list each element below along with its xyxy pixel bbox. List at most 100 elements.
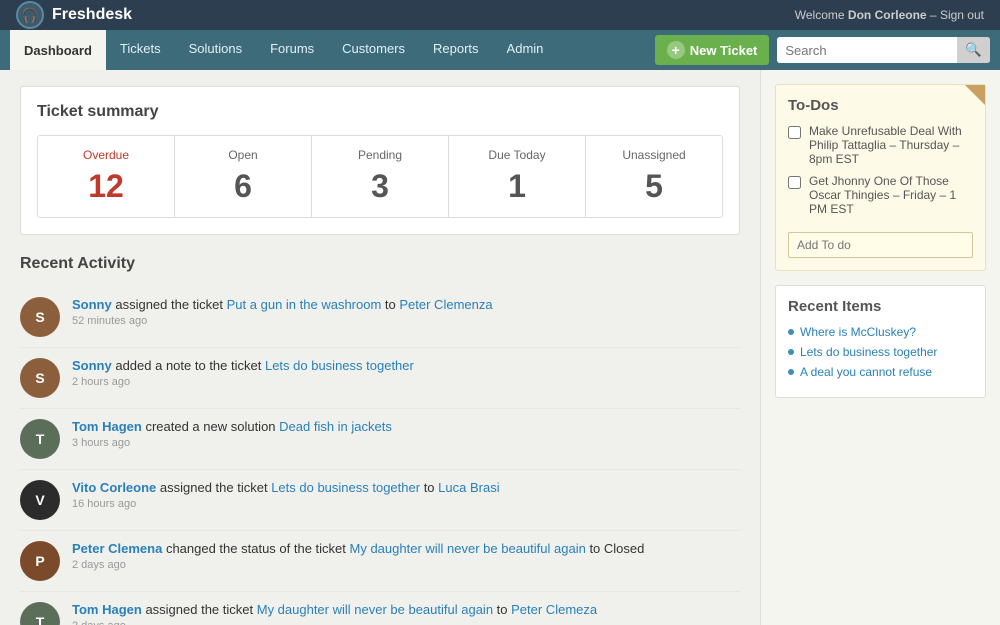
summary-stats: Overdue 12 Open 6 Pending 3 Due Today 1 … <box>37 135 723 218</box>
bullet-icon <box>788 369 794 375</box>
avatar: P <box>20 541 60 581</box>
person-link[interactable]: Tom Hagen <box>72 419 142 434</box>
ticket-link[interactable]: Dead fish in jackets <box>279 419 392 434</box>
nav-solutions[interactable]: Solutions <box>175 30 256 70</box>
nav-customers[interactable]: Customers <box>328 30 419 70</box>
avatar: T <box>20 602 60 625</box>
person-link[interactable]: Sonny <box>72 358 112 373</box>
activity-text: Tom Hagen created a new solution Dead fi… <box>72 419 740 449</box>
stat-open-label: Open <box>185 148 301 162</box>
search-box: 🔍 <box>777 37 990 63</box>
nav-admin[interactable]: Admin <box>493 30 558 70</box>
ticket-summary-section: Ticket summary Overdue 12 Open 6 Pending… <box>20 86 740 235</box>
stat-due-today: Due Today 1 <box>449 136 586 217</box>
todo-text-1: Make Unrefusable Deal With Philip Tattag… <box>809 124 973 166</box>
activity-text: Vito Corleone assigned the ticket Lets d… <box>72 480 740 510</box>
ticket-link[interactable]: Lets do business together <box>271 480 420 495</box>
todo-title: To-Dos <box>788 97 973 114</box>
new-ticket-label: New Ticket <box>690 43 758 58</box>
activity-time: 52 minutes ago <box>72 315 740 327</box>
activity-time: 2 hours ago <box>72 376 740 388</box>
todo-section: To-Dos Make Unrefusable Deal With Philip… <box>775 84 986 271</box>
plus-icon: + <box>667 41 685 59</box>
todo-checkbox-1[interactable] <box>788 126 801 139</box>
stat-unassigned-label: Unassigned <box>596 148 712 162</box>
avatar: V <box>20 480 60 520</box>
stat-overdue-label: Overdue <box>48 148 164 162</box>
ticket-link[interactable]: Lets do business together <box>265 358 414 373</box>
recent-items-section: Recent Items Where is McCluskey? Lets do… <box>775 285 986 398</box>
separator: – <box>930 8 937 22</box>
ticket-link[interactable]: My daughter will never be beautiful agai… <box>257 602 493 617</box>
avatar: S <box>20 297 60 337</box>
search-button[interactable]: 🔍 <box>957 37 990 63</box>
welcome-message: Welcome Don Corleone – Sign out <box>795 8 984 22</box>
user-name: Don Corleone <box>848 8 927 22</box>
recent-item-link[interactable]: Lets do business together <box>800 345 937 359</box>
stat-pending-label: Pending <box>322 148 438 162</box>
nav-forums[interactable]: Forums <box>256 30 328 70</box>
activity-item: T Tom Hagen created a new solution Dead … <box>20 409 740 470</box>
recent-item: Lets do business together <box>788 345 973 359</box>
activity-text: Sonny added a note to the ticket Lets do… <box>72 358 740 388</box>
sidebar: To-Dos Make Unrefusable Deal With Philip… <box>760 70 1000 625</box>
recent-item-link[interactable]: Where is McCluskey? <box>800 325 916 339</box>
topbar: 🎧 Freshdesk Welcome Don Corleone – Sign … <box>0 0 1000 30</box>
stat-pending: Pending 3 <box>312 136 449 217</box>
bullet-icon <box>788 329 794 335</box>
nav-reports[interactable]: Reports <box>419 30 493 70</box>
person-link[interactable]: Peter Clemena <box>72 541 162 556</box>
ticket-link[interactable]: Put a gun in the washroom <box>227 297 382 312</box>
search-input[interactable] <box>777 38 957 63</box>
activity-item: V Vito Corleone assigned the ticket Lets… <box>20 470 740 531</box>
recent-item-link[interactable]: A deal you cannot refuse <box>800 365 932 379</box>
person-link[interactable]: Tom Hagen <box>72 602 142 617</box>
todo-item: Make Unrefusable Deal With Philip Tattag… <box>788 124 973 166</box>
stat-open-value: 6 <box>185 168 301 205</box>
new-ticket-button[interactable]: + New Ticket <box>655 35 770 65</box>
ticket-link[interactable]: My daughter will never be beautiful agai… <box>350 541 586 556</box>
activity-item: S Sonny assigned the ticket Put a gun in… <box>20 287 740 348</box>
person-link[interactable]: Sonny <box>72 297 112 312</box>
person-link[interactable]: Vito Corleone <box>72 480 156 495</box>
stat-overdue: Overdue 12 <box>38 136 175 217</box>
navbar: Dashboard Tickets Solutions Forums Custo… <box>0 30 1000 70</box>
recent-activity-title: Recent Activity <box>20 255 740 273</box>
target-link[interactable]: Peter Clemenza <box>399 297 492 312</box>
nav-dashboard[interactable]: Dashboard <box>10 30 106 70</box>
todo-item: Get Jhonny One Of Those Oscar Thingies –… <box>788 174 973 216</box>
avatar: T <box>20 419 60 459</box>
brand: 🎧 Freshdesk <box>16 1 132 29</box>
stat-overdue-value: 12 <box>48 168 164 205</box>
activity-item: T Tom Hagen assigned the ticket My daugh… <box>20 592 740 625</box>
nav-right: + New Ticket 🔍 <box>655 30 990 70</box>
welcome-text: Welcome <box>795 8 845 22</box>
content-area: Ticket summary Overdue 12 Open 6 Pending… <box>0 70 760 625</box>
todo-checkbox-2[interactable] <box>788 176 801 189</box>
todo-text-2: Get Jhonny One Of Those Oscar Thingies –… <box>809 174 973 216</box>
ticket-summary-title: Ticket summary <box>37 103 723 121</box>
stat-due-today-value: 1 <box>459 168 575 205</box>
avatar: S <box>20 358 60 398</box>
signout-link[interactable]: Sign out <box>940 8 984 22</box>
stat-pending-value: 3 <box>322 168 438 205</box>
target-link[interactable]: Luca Brasi <box>438 480 499 495</box>
activity-time: 2 days ago <box>72 559 740 571</box>
app-name: Freshdesk <box>52 6 132 24</box>
stat-due-today-label: Due Today <box>459 148 575 162</box>
nav-tickets[interactable]: Tickets <box>106 30 175 70</box>
activity-text: Sonny assigned the ticket Put a gun in t… <box>72 297 740 327</box>
stat-unassigned-value: 5 <box>596 168 712 205</box>
todo-add-input[interactable] <box>788 232 973 258</box>
recent-activity-section: Recent Activity S Sonny assigned the tic… <box>20 255 740 625</box>
activity-time: 16 hours ago <box>72 498 740 510</box>
stat-unassigned: Unassigned 5 <box>586 136 722 217</box>
activity-text: Tom Hagen assigned the ticket My daughte… <box>72 602 740 625</box>
stat-open: Open 6 <box>175 136 312 217</box>
recent-item: Where is McCluskey? <box>788 325 973 339</box>
activity-text: Peter Clemena changed the status of the … <box>72 541 740 571</box>
recent-items-title: Recent Items <box>788 298 973 315</box>
main-layout: Ticket summary Overdue 12 Open 6 Pending… <box>0 70 1000 625</box>
target-link[interactable]: Peter Clemeza <box>511 602 597 617</box>
bullet-icon <box>788 349 794 355</box>
